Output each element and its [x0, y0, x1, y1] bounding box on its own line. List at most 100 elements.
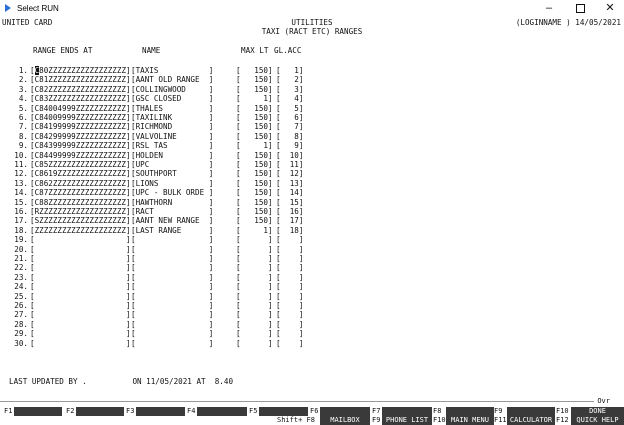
name-field[interactable]: [LIONS ]: [131, 179, 213, 188]
max-limit-field[interactable]: [ ]: [236, 329, 273, 338]
gl-account-field[interactable]: [ ]: [276, 339, 303, 348]
gl-account-field[interactable]: [ ]: [276, 245, 303, 254]
range-field[interactable]: [ ]: [30, 301, 131, 310]
gl-account-field[interactable]: [ ]: [276, 320, 303, 329]
f3-key[interactable]: F3: [126, 407, 187, 425]
gl-account-field[interactable]: [ 14]: [276, 188, 303, 197]
name-field[interactable]: [ ]: [131, 320, 213, 329]
gl-account-field[interactable]: [ 11]: [276, 160, 303, 169]
range-field[interactable]: [ZZZZZZZZZZZZZZZZZZZZ]: [30, 226, 131, 235]
max-limit-field[interactable]: [ ]: [236, 254, 273, 263]
minimize-button[interactable]: –: [534, 0, 564, 17]
gl-account-field[interactable]: [ ]: [276, 235, 303, 244]
calculator-button[interactable]: CALCULATOR: [507, 407, 555, 425]
max-limit-field[interactable]: [ 1]: [236, 226, 273, 235]
name-field[interactable]: [COLLINGWOOD ]: [131, 85, 213, 94]
name-field[interactable]: [GSC CLOSED ]: [131, 94, 213, 103]
range-field[interactable]: [ ]: [30, 282, 131, 291]
max-limit-field[interactable]: [ 150]: [236, 113, 273, 122]
max-limit-field[interactable]: [ ]: [236, 292, 273, 301]
gl-account-field[interactable]: [ 15]: [276, 198, 303, 207]
max-limit-field[interactable]: [ ]: [236, 310, 273, 319]
name-field[interactable]: [TAXIS ]: [131, 66, 213, 75]
name-field[interactable]: [ ]: [131, 263, 213, 272]
name-field[interactable]: [RACT ]: [131, 207, 213, 216]
range-field[interactable]: [C87ZZZZZZZZZZZZZZZZZ]: [30, 188, 131, 197]
name-field[interactable]: [HOLDEN ]: [131, 151, 213, 160]
range-field[interactable]: [C88ZZZZZZZZZZZZZZZZZ]: [30, 198, 131, 207]
max-limit-field[interactable]: [ 150]: [236, 75, 273, 84]
name-field[interactable]: [AANT OLD RANGE ]: [131, 75, 213, 84]
max-limit-field[interactable]: [ 150]: [236, 122, 273, 131]
range-field[interactable]: [C862ZZZZZZZZZZZZZZZZ]: [30, 179, 131, 188]
range-field[interactable]: [C83ZZZZZZZZZZZZZZZZZ]: [30, 94, 131, 103]
max-limit-field[interactable]: [ ]: [236, 245, 273, 254]
gl-account-field[interactable]: [ ]: [276, 273, 303, 282]
main-menu-button[interactable]: MAIN MENU: [446, 407, 494, 425]
max-limit-field[interactable]: [ ]: [236, 301, 273, 310]
gl-account-field[interactable]: [ ]: [276, 301, 303, 310]
range-field[interactable]: [ ]: [30, 310, 131, 319]
max-limit-field[interactable]: [ 150]: [236, 85, 273, 94]
range-field[interactable]: [C84004999ZZZZZZZZZZZ]: [30, 104, 131, 113]
max-limit-field[interactable]: [ 150]: [236, 104, 273, 113]
maximize-button[interactable]: [565, 0, 595, 17]
range-field[interactable]: [RZZZZZZZZZZZZZZZZZZZ]: [30, 207, 131, 216]
gl-account-field[interactable]: [ ]: [276, 329, 303, 338]
f4-box[interactable]: [197, 407, 247, 416]
mailbox-button[interactable]: MAILBOX: [320, 407, 370, 425]
f2-box[interactable]: [76, 407, 124, 416]
name-field[interactable]: [UPC - BULK ORDE ]: [131, 188, 213, 197]
max-limit-field[interactable]: [ 150]: [236, 198, 273, 207]
gl-account-field[interactable]: [ 1]: [276, 66, 303, 75]
range-field[interactable]: [C80ZZZZZZZZZZZZZZZZZ]: [30, 66, 131, 75]
gl-account-field[interactable]: [ 18]: [276, 226, 303, 235]
name-field[interactable]: [ ]: [131, 245, 213, 254]
name-field[interactable]: [VALVOLINE ]: [131, 132, 213, 141]
max-limit-field[interactable]: [ 1]: [236, 141, 273, 150]
name-field[interactable]: [ ]: [131, 282, 213, 291]
max-limit-field[interactable]: [ 150]: [236, 179, 273, 188]
f2-key[interactable]: F2: [64, 407, 125, 425]
name-field[interactable]: [TAXILINK ]: [131, 113, 213, 122]
name-field[interactable]: [ ]: [131, 301, 213, 310]
range-field[interactable]: [ ]: [30, 292, 131, 301]
phone-list-button[interactable]: PHONE LIST: [382, 407, 432, 425]
gl-account-field[interactable]: [ 6]: [276, 113, 303, 122]
f10-f12-key[interactable]: F10 F12 DONE QUICK HELP: [556, 407, 624, 425]
name-field[interactable]: [HAWTHORN ]: [131, 198, 213, 207]
max-limit-field[interactable]: [ 150]: [236, 188, 273, 197]
name-field[interactable]: [THALES ]: [131, 104, 213, 113]
f1-box[interactable]: [14, 407, 62, 416]
max-limit-field[interactable]: [ ]: [236, 339, 273, 348]
range-field[interactable]: [ ]: [30, 254, 131, 263]
name-field[interactable]: [ ]: [131, 339, 213, 348]
gl-account-field[interactable]: [ 7]: [276, 122, 303, 131]
gl-account-field[interactable]: [ ]: [276, 254, 303, 263]
range-field[interactable]: [C84199999ZZZZZZZZZZZ]: [30, 122, 131, 131]
name-field[interactable]: [SOUTHPORT ]: [131, 169, 213, 178]
gl-account-field[interactable]: [ ]: [276, 310, 303, 319]
gl-account-field[interactable]: [ 5]: [276, 104, 303, 113]
range-field[interactable]: [C85ZZZZZZZZZZZZZZZZZ]: [30, 160, 131, 169]
gl-account-field[interactable]: [ 17]: [276, 216, 303, 225]
gl-account-field[interactable]: [ ]: [276, 263, 303, 272]
name-field[interactable]: [UPC ]: [131, 160, 213, 169]
gl-account-field[interactable]: [ 8]: [276, 132, 303, 141]
gl-account-field[interactable]: [ ]: [276, 292, 303, 301]
gl-account-field[interactable]: [ ]: [276, 282, 303, 291]
gl-account-field[interactable]: [ 13]: [276, 179, 303, 188]
range-field[interactable]: [ ]: [30, 339, 131, 348]
gl-account-field[interactable]: [ 12]: [276, 169, 303, 178]
gl-account-field[interactable]: [ 3]: [276, 85, 303, 94]
max-limit-field[interactable]: [ 150]: [236, 216, 273, 225]
f5-box[interactable]: [259, 407, 308, 416]
range-field[interactable]: [C84299999ZZZZZZZZZZZ]: [30, 132, 131, 141]
name-field[interactable]: [LAST RANGE ]: [131, 226, 213, 235]
close-button[interactable]: ✕: [595, 0, 624, 17]
max-limit-field[interactable]: [ 150]: [236, 207, 273, 216]
gl-account-field[interactable]: [ 4]: [276, 94, 303, 103]
range-field[interactable]: [C84399999ZZZZZZZZZZZ]: [30, 141, 131, 150]
max-limit-field[interactable]: [ 150]: [236, 160, 273, 169]
name-field[interactable]: [ ]: [131, 273, 213, 282]
